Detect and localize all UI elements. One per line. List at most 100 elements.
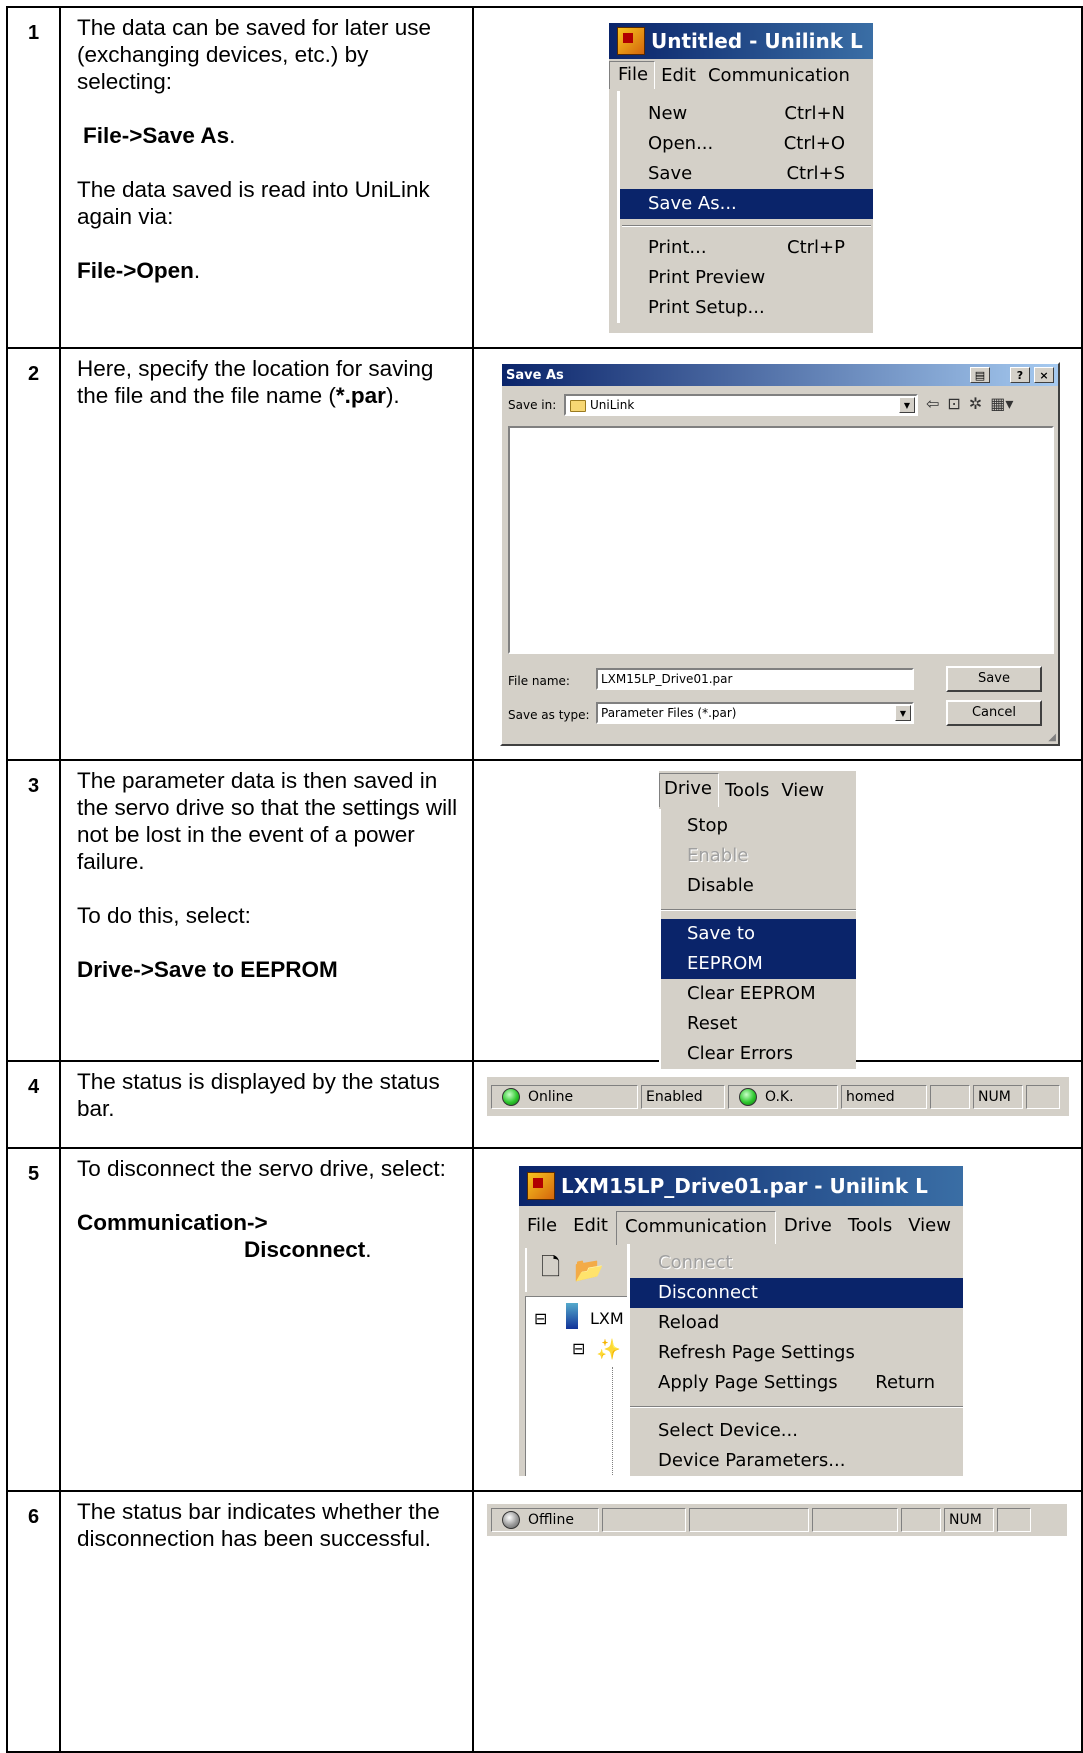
step-number: 4 bbox=[6, 1060, 61, 1149]
file-extension: *.par bbox=[335, 383, 386, 408]
step-description: The status is displayed by the status ba… bbox=[59, 1060, 474, 1149]
file-dropdown: New Ctrl+N Open... Ctrl+O Save Ctrl+S Save … bbox=[617, 91, 873, 323]
menu-item-enable: Enable bbox=[687, 845, 749, 866]
status-cell-homed: homed bbox=[841, 1084, 927, 1109]
save-in-combo[interactable]: UniLink ▼ bbox=[564, 394, 918, 416]
step-row-3: 3 The parameter data is then saved in th… bbox=[6, 759, 1083, 1069]
menu-view[interactable]: View bbox=[900, 1215, 959, 1236]
menu-drive[interactable]: Drive bbox=[776, 1215, 840, 1236]
file-name-input[interactable]: LXM15LP_Drive01.par bbox=[596, 668, 914, 690]
paragraph: The parameter data is then saved in the … bbox=[77, 768, 458, 874]
menu-item-reset[interactable]: Reset bbox=[661, 1009, 856, 1039]
menu-item-stop[interactable]: Stop bbox=[661, 811, 856, 841]
menu-item-device-parameters[interactable]: Device Parameters... bbox=[630, 1446, 963, 1476]
folder-icon bbox=[570, 399, 586, 412]
paragraph: The status bar indicates whether the dis… bbox=[77, 1499, 440, 1551]
window-title: Untitled - Unilink L bbox=[651, 29, 863, 53]
paragraph: The data can be saved for later use (exc… bbox=[77, 15, 431, 94]
status-bar: Online Enabled O.K. homed NUM bbox=[487, 1076, 1069, 1116]
open-folder-icon[interactable]: 📂 bbox=[574, 1256, 604, 1284]
screenshot-file-menu: Untitled - Unilink L File Edit Communica… bbox=[472, 6, 1083, 349]
collapse-icon[interactable]: ⊟ bbox=[534, 1309, 547, 1328]
step-description: The parameter data is then saved in the … bbox=[59, 759, 474, 1062]
menu-item-connect: Connect bbox=[658, 1252, 733, 1273]
printer-icon[interactable]: ▤ bbox=[970, 367, 990, 383]
tree-line bbox=[612, 1367, 613, 1476]
status-cell-connection: Online bbox=[491, 1084, 638, 1109]
menu-view[interactable]: View bbox=[775, 780, 830, 801]
menu-communication[interactable]: Communication bbox=[702, 65, 856, 86]
online-led-icon bbox=[502, 1087, 520, 1106]
menu-path: File->Save As bbox=[83, 123, 230, 148]
status-cell-connection: Offline bbox=[491, 1508, 599, 1532]
dialog-title-bar: Save As ▤ ? × bbox=[502, 364, 1058, 386]
menu-item-print[interactable]: Print... Ctrl+P bbox=[620, 233, 873, 263]
menu-item-disconnect[interactable]: Disconnect bbox=[630, 1278, 963, 1308]
dialog-toolbar: ⇦ ⊡ ✲ ▦▾ bbox=[926, 394, 1013, 413]
tree-node-label[interactable]: LXM bbox=[590, 1309, 624, 1328]
menu-item-save-to-eeprom[interactable]: Save to EEPROM bbox=[661, 919, 856, 979]
menu-item-print-setup[interactable]: Print Setup... bbox=[620, 293, 873, 323]
up-folder-icon[interactable]: ⊡ bbox=[947, 394, 960, 413]
menu-file[interactable]: File bbox=[609, 61, 656, 89]
menu-path: Disconnect bbox=[244, 1237, 366, 1262]
status-cell-empty bbox=[930, 1084, 970, 1109]
status-cell-empty bbox=[689, 1508, 809, 1532]
menu-edit[interactable]: Edit bbox=[655, 65, 702, 86]
new-file-icon[interactable]: 🗋 bbox=[541, 1250, 560, 1291]
communication-dropdown: Connect Disconnect Reload Refresh Page S… bbox=[627, 1244, 963, 1476]
paragraph: Here, specify the location for saving th… bbox=[77, 356, 434, 408]
menu-item-refresh-page-settings[interactable]: Refresh Page Settings bbox=[630, 1338, 963, 1368]
status-cell-enabled: Enabled bbox=[641, 1084, 725, 1109]
save-button[interactable]: Save bbox=[946, 666, 1042, 692]
file-list[interactable] bbox=[508, 426, 1054, 654]
menu-item-reload[interactable]: Reload bbox=[630, 1308, 963, 1338]
menu-tools[interactable]: Tools bbox=[840, 1215, 900, 1236]
menu-drive[interactable]: Drive bbox=[659, 773, 719, 807]
collapse-icon[interactable]: ⊟ bbox=[572, 1339, 585, 1358]
help-button[interactable]: ? bbox=[1010, 367, 1030, 383]
unilink-app-icon bbox=[617, 27, 645, 55]
menu-item-disable[interactable]: Disable bbox=[661, 871, 856, 901]
chevron-down-icon[interactable]: ▼ bbox=[895, 705, 911, 721]
paragraph: The data saved is read into UniLink agai… bbox=[77, 177, 430, 229]
menu-item-open[interactable]: Open... Ctrl+O bbox=[620, 129, 873, 159]
view-menu-icon[interactable]: ▦▾ bbox=[990, 394, 1013, 413]
menu-tools[interactable]: Tools bbox=[719, 780, 775, 801]
menu-path: File->Open bbox=[77, 258, 194, 283]
menu-item-clear-eeprom[interactable]: Clear EEPROM bbox=[661, 979, 856, 1009]
new-folder-icon[interactable]: ✲ bbox=[969, 394, 982, 413]
menu-path: Drive->Save to EEPROM bbox=[77, 957, 338, 982]
chevron-down-icon[interactable]: ▼ bbox=[899, 397, 915, 413]
menu-item-new[interactable]: New Ctrl+N bbox=[620, 99, 873, 129]
step-description: The data can be saved for later use (exc… bbox=[59, 6, 474, 349]
menu-item-print-preview[interactable]: Print Preview bbox=[620, 263, 873, 293]
status-cell-empty bbox=[812, 1508, 898, 1532]
menu-edit[interactable]: Edit bbox=[565, 1215, 616, 1236]
menu-item-select-device[interactable]: Select Device... bbox=[630, 1416, 963, 1446]
screenshot-communication-menu: LXM15LP_Drive01.par - Unilink L File Edi… bbox=[472, 1147, 1083, 1492]
paragraph: The status is displayed by the status ba… bbox=[77, 1069, 440, 1121]
screenshot-drive-menu: Drive Tools View Stop Enable Disable Sav… bbox=[472, 759, 1083, 1069]
dialog-title: Save As bbox=[506, 367, 564, 383]
close-button[interactable]: × bbox=[1034, 367, 1054, 383]
menu-item-save-as[interactable]: Save As... bbox=[620, 189, 873, 219]
menu-file[interactable]: File bbox=[519, 1215, 565, 1236]
step-description: The status bar indicates whether the dis… bbox=[59, 1490, 474, 1753]
step-row-4: 4 The status is displayed by the status … bbox=[6, 1060, 1083, 1149]
menu-item-apply-page-settings[interactable]: Apply Page Settings Return bbox=[630, 1368, 963, 1398]
file-name-label: File name: bbox=[508, 674, 570, 688]
paragraph: File->Open. bbox=[77, 258, 201, 283]
menu-communication[interactable]: Communication bbox=[615, 1211, 776, 1245]
status-cell-empty bbox=[901, 1508, 941, 1532]
back-arrow-icon[interactable]: ⇦ bbox=[926, 394, 939, 413]
menubar: Drive Tools View bbox=[659, 771, 856, 809]
save-as-dialog: Save As ▤ ? × Save in: UniLink ▼ ⇦ ⊡ ✲ ▦… bbox=[500, 362, 1060, 746]
menu-item-save[interactable]: Save Ctrl+S bbox=[620, 159, 873, 189]
status-cell-num: NUM bbox=[944, 1508, 994, 1532]
cancel-button[interactable]: Cancel bbox=[946, 700, 1042, 726]
device-tree: ⊟ LXM ⊟ ✨ bbox=[525, 1296, 635, 1476]
status-cell-empty bbox=[602, 1508, 686, 1532]
save-as-type-combo[interactable]: Parameter Files (*.par) ▼ bbox=[596, 702, 914, 724]
resize-grip-icon[interactable]: ◢ bbox=[1048, 732, 1056, 743]
